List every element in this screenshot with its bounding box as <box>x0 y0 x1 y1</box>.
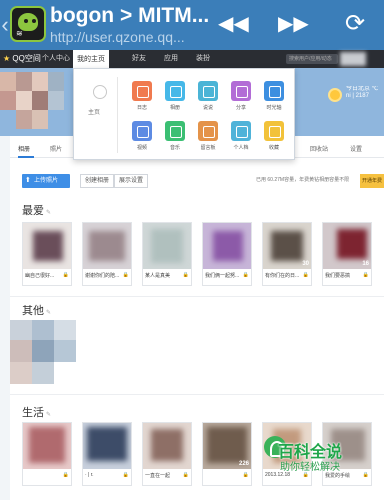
album-card[interactable]: · | r. 🔒 <box>82 422 132 486</box>
lock-icon: 🔒 <box>362 272 369 278</box>
profile-icon <box>231 121 251 141</box>
blog-icon <box>132 81 152 101</box>
album-card[interactable]: 谢谢你们的陪... 🔒 <box>82 222 132 286</box>
guestbook-icon <box>198 121 218 141</box>
lock-icon: 🔒 <box>302 272 309 278</box>
album-card[interactable]: 一直在一起 🔒 <box>142 422 192 486</box>
app-tile-3[interactable]: 说说 <box>196 81 220 115</box>
storage-info: 已用 60.27M容量，年费黄钻相册容量不限 <box>256 177 350 183</box>
create-album-button[interactable]: 创建相册 <box>80 174 115 188</box>
refresh-icon[interactable]: ⟳ <box>340 10 370 38</box>
app-tile-label: 时光轴 <box>266 105 282 111</box>
url-field[interactable]: http://user.qzone.qq... <box>50 29 185 45</box>
wifi-icon: ≋ <box>16 29 23 38</box>
watermark: 百科全说 助你轻松解决 <box>256 432 384 478</box>
app-dropdown-panel: 主页 日志 相册 说说 分享 时光轴视频 音乐 留言板 个人档 收藏 <box>73 68 295 160</box>
lock-icon: 🔒 <box>242 472 249 478</box>
app-tile-label: 音乐 <box>169 145 180 151</box>
app-tile-label: 相册 <box>169 105 180 111</box>
section-title-other: 其他 ✎ <box>22 305 52 317</box>
tab-personal-center[interactable]: 个人中心 <box>42 53 70 63</box>
album-card[interactable]: 226 🔒 <box>202 422 252 486</box>
album-card[interactable] <box>10 320 78 384</box>
tab-recycle[interactable]: 回收站 <box>310 144 328 153</box>
lock-icon: 🔒 <box>122 272 129 278</box>
album-card[interactable]: 幽自己很好... 🔒 <box>22 222 72 286</box>
tab-photos[interactable]: 照片 <box>50 144 62 153</box>
app-tile-8[interactable]: 留言板 <box>196 121 220 155</box>
avatar[interactable] <box>340 52 366 66</box>
album-card[interactable]: 🔒 <box>22 422 72 486</box>
album-card[interactable]: 16 我们要恶搞 🔒 <box>322 222 372 286</box>
pencil-icon[interactable]: ✎ <box>46 412 51 418</box>
fast-forward-icon[interactable]: ▶▶ <box>278 10 309 38</box>
app-tile-5[interactable]: 时光轴 <box>262 81 286 115</box>
app-tile-6[interactable]: 视频 <box>130 121 154 155</box>
avatar[interactable] <box>0 72 64 130</box>
tab-apps[interactable]: 应用 <box>164 53 178 63</box>
app-icon: ≋ <box>10 6 46 42</box>
app-tile-label: 留言板 <box>200 145 216 151</box>
chevron-left-icon[interactable]: ‹ <box>0 10 10 40</box>
album-card[interactable]: 我们俩一起努... 🔒 <box>202 222 252 286</box>
home-icon[interactable] <box>93 85 107 99</box>
album-card[interactable]: 30 有你们在的日... 🔒 <box>262 222 312 286</box>
display-settings-button[interactable]: 展示设置 <box>114 174 149 188</box>
search-input[interactable]: 搜索用户/应用/动态 <box>286 54 338 64</box>
app-tile-label: 个人档 <box>233 145 249 151</box>
upgrade-button[interactable]: 开通年费 <box>360 174 384 188</box>
photo-album-icon <box>165 81 185 101</box>
section-title-favorite: 最爱 ✎ <box>22 205 52 217</box>
rewind-icon[interactable]: ◀◀ <box>218 10 249 38</box>
message-icon <box>198 81 218 101</box>
lock-icon: 🔒 <box>242 272 249 278</box>
upload-photo-button[interactable]: 上传照片 <box>22 174 70 188</box>
lock-icon: 🔒 <box>62 272 69 278</box>
video-icon <box>132 121 152 141</box>
music-icon <box>165 121 185 141</box>
app-tile-label: 视频 <box>136 145 147 151</box>
lock-icon: 🔒 <box>182 472 189 478</box>
app-tile-9[interactable]: 个人档 <box>229 121 253 155</box>
favorite-star-icon <box>264 121 284 141</box>
tab-friends[interactable]: 好友 <box>132 53 146 63</box>
tab-my-home[interactable]: 我的主页 <box>73 50 109 68</box>
window-title: bogon > MITM... <box>50 4 210 27</box>
lock-icon: 🔒 <box>62 472 69 478</box>
share-icon <box>231 81 251 101</box>
pencil-icon[interactable]: ✎ <box>46 310 51 316</box>
browser-toolbar: ‹ ≋ bogon > MITM... http://user.qzone.qq… <box>0 0 384 50</box>
app-tile-label: 说说 <box>202 105 213 111</box>
qzone-logo[interactable]: ★ QQ空间 <box>3 53 41 64</box>
timeline-icon <box>264 81 284 101</box>
weather-info: 今日北京 ℃ ni | 2187 <box>346 86 379 99</box>
section-title-life: 生活 ✎ <box>22 407 52 419</box>
tab-settings[interactable]: 设置 <box>350 144 362 153</box>
album-card[interactable]: 某人是真美 🔒 <box>142 222 192 286</box>
app-tile-4[interactable]: 分享 <box>229 81 253 115</box>
tab-decorate[interactable]: 装扮 <box>196 53 210 63</box>
home-label: 主页 <box>88 110 101 116</box>
app-tile-label: 分享 <box>235 105 246 111</box>
app-tile-label: 日志 <box>136 105 147 111</box>
tab-albums[interactable]: 相册 <box>18 144 30 153</box>
app-tile-10[interactable]: 收藏 <box>262 121 286 155</box>
app-tile-2[interactable]: 相册 <box>163 81 187 115</box>
app-tile-1[interactable]: 日志 <box>130 81 154 115</box>
pencil-icon[interactable]: ✎ <box>46 210 51 216</box>
qzone-header: ★ QQ空间 个人中心 我的主页 好友 应用 装扮 搜索用户/应用/动态 <box>0 50 384 68</box>
lock-icon: 🔒 <box>182 272 189 278</box>
lock-icon: 🔒 <box>122 472 129 478</box>
sun-icon <box>328 88 342 102</box>
app-tile-label: 收藏 <box>268 145 279 151</box>
app-tile-7[interactable]: 音乐 <box>163 121 187 155</box>
active-tab-indicator <box>18 156 34 158</box>
